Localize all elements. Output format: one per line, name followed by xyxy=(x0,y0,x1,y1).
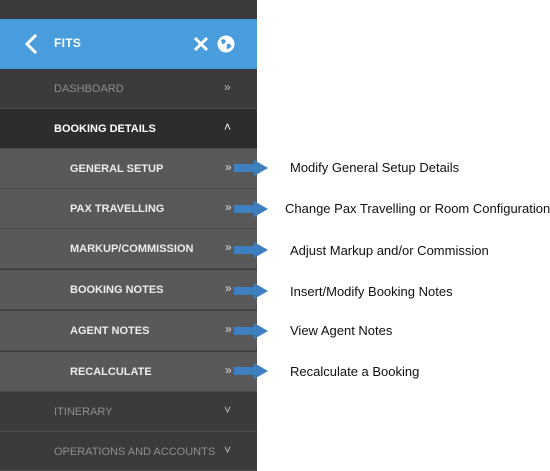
callout-arrow-icon xyxy=(234,160,268,176)
menu-item-itinerary[interactable]: ITINERARY ˅ xyxy=(0,392,257,432)
globe-icon[interactable] xyxy=(216,34,236,54)
menu-item-operations-and-accounts[interactable]: OPERATIONS AND ACCOUNTS ˅ xyxy=(0,432,257,471)
annotation-booking-notes: Insert/Modify Booking Notes xyxy=(290,284,453,299)
callout-arrow-icon xyxy=(234,242,268,258)
side-menu-panel: FITS DASHBOARD » BOOKING DETAILS ˄ GENER… xyxy=(0,0,257,471)
annotation-general-setup: Modify General Setup Details xyxy=(290,160,460,175)
submenu-item-label: GENERAL SETUP xyxy=(70,163,164,175)
menu-header: FITS xyxy=(0,19,257,69)
chevron-right-icon: » xyxy=(225,160,232,174)
submenu-item-pax-travelling[interactable]: PAX TRAVELLING » xyxy=(0,189,257,229)
chevron-left-icon[interactable] xyxy=(21,33,41,55)
callout-arrow-icon xyxy=(234,323,268,339)
submenu-item-markup-commission[interactable]: MARKUP/COMMISSION » xyxy=(0,229,257,269)
annotation-recalculate: Recalculate a Booking xyxy=(290,364,420,379)
chevron-right-icon: » xyxy=(225,363,232,377)
annotation-markup-commission: Adjust Markup and/or Commission xyxy=(290,243,489,258)
chevron-right-icon: » xyxy=(225,200,232,214)
submenu-item-label: PAX TRAVELLING xyxy=(70,203,165,215)
close-icon[interactable] xyxy=(193,35,209,53)
chevron-up-icon: ˄ xyxy=(224,120,232,134)
app-title: FITS xyxy=(54,36,82,50)
submenu-item-recalculate[interactable]: RECALCULATE » xyxy=(0,352,257,392)
chevron-right-icon: » xyxy=(225,322,232,336)
submenu-item-booking-notes[interactable]: BOOKING NOTES » xyxy=(0,270,257,310)
menu-item-label: DASHBOARD xyxy=(54,83,124,95)
submenu-item-label: MARKUP/COMMISSION xyxy=(70,243,194,255)
chevron-down-icon: ˅ xyxy=(224,443,232,457)
annotation-agent-notes: View Agent Notes xyxy=(290,323,393,338)
chevron-right-icon: » xyxy=(224,80,231,94)
menu-item-label: OPERATIONS AND ACCOUNTS xyxy=(54,446,216,458)
menu-item-dashboard[interactable]: DASHBOARD » xyxy=(0,69,257,109)
menu-item-label: BOOKING DETAILS xyxy=(54,123,156,135)
callout-arrow-icon xyxy=(234,363,268,379)
callout-arrow-icon xyxy=(234,283,268,299)
chevron-right-icon: » xyxy=(225,281,232,295)
menu-item-label: ITINERARY xyxy=(54,406,113,418)
chevron-down-icon: ˅ xyxy=(224,403,232,417)
annotation-pax-travelling: Change Pax Travelling or Room Configurat… xyxy=(285,201,550,216)
callout-arrow-icon xyxy=(234,201,268,217)
submenu-item-label: AGENT NOTES xyxy=(70,325,150,337)
submenu-item-label: RECALCULATE xyxy=(70,366,152,378)
menu-item-booking-details[interactable]: BOOKING DETAILS ˄ xyxy=(0,109,257,149)
chevron-right-icon: » xyxy=(225,240,232,254)
submenu-item-agent-notes[interactable]: AGENT NOTES » xyxy=(0,311,257,351)
submenu-item-general-setup[interactable]: GENERAL SETUP » xyxy=(0,149,257,189)
submenu-item-label: BOOKING NOTES xyxy=(70,284,164,296)
